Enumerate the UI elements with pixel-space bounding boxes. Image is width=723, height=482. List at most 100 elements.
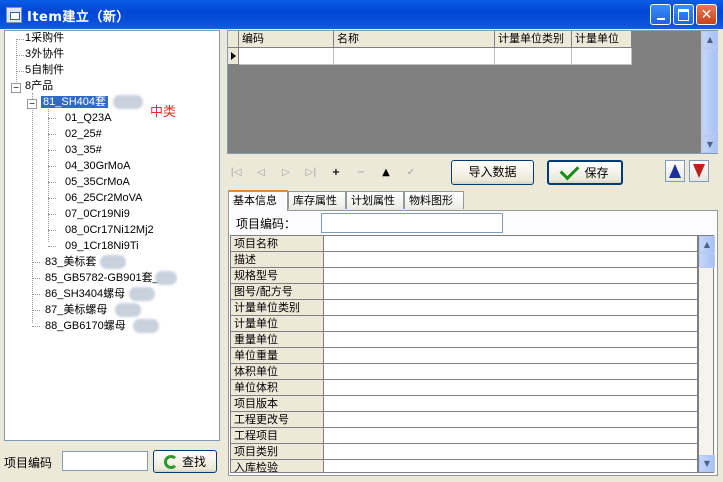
- item-code-input[interactable]: [321, 213, 503, 233]
- property-row[interactable]: 计量单位类别: [231, 300, 697, 316]
- tree-node[interactable]: 02_25#: [65, 127, 102, 142]
- title-bar[interactable]: Item建立（新） ✕: [0, 0, 723, 29]
- category-tree[interactable]: − − 1采购件 3外协件 5自制件 8产品 81_SH404套 01_Q23A…: [4, 30, 220, 441]
- property-row[interactable]: 项目名称: [231, 236, 697, 252]
- tab-material-graphic[interactable]: 物料图形: [404, 191, 464, 209]
- tree-node[interactable]: 06_25Cr2MoVA: [65, 191, 142, 206]
- last-record-icon[interactable]: ▷|: [304, 165, 318, 179]
- tab-planning[interactable]: 计划属性: [346, 191, 404, 209]
- property-scrollbar[interactable]: ▲ ▼: [698, 235, 715, 473]
- property-grid[interactable]: 项目名称 描述 规格型号 图号/配方号 计量单位类别 计量单位 重量单位 单位重…: [230, 235, 698, 473]
- item-grid[interactable]: 编码 名称 计量单位类别 计量单位 ▲ ▼: [227, 30, 718, 154]
- collapse-icon[interactable]: −: [27, 99, 37, 109]
- tab-inventory[interactable]: 库存属性: [288, 191, 346, 209]
- column-header[interactable]: 编码: [239, 31, 334, 48]
- tree-node[interactable]: 03_35#: [65, 143, 102, 158]
- delete-record-icon[interactable]: −: [354, 165, 368, 179]
- item-code-label: 项目编码：: [236, 217, 297, 231]
- scroll-down-icon[interactable]: ▼: [699, 455, 715, 472]
- tree-node[interactable]: 08_0Cr17Ni12Mj2: [65, 223, 154, 238]
- close-button[interactable]: ✕: [696, 4, 717, 25]
- prev-record-icon[interactable]: ◁: [254, 165, 268, 179]
- tree-node-label: 3外协件: [25, 48, 65, 60]
- table-cell[interactable]: [495, 48, 572, 65]
- tree-node[interactable]: 87_美标螺母: [45, 303, 107, 318]
- first-record-icon[interactable]: |◁: [229, 165, 243, 179]
- property-label: 工程项目: [231, 428, 324, 443]
- scroll-up-icon[interactable]: ▲: [702, 31, 718, 48]
- blurred-text: [155, 271, 177, 285]
- table-cell[interactable]: [239, 48, 334, 65]
- property-row[interactable]: 重量单位: [231, 332, 697, 348]
- tree-node[interactable]: 3外协件: [25, 47, 64, 62]
- tree-node-label: 08_0Cr17Ni12Mj2: [65, 224, 154, 236]
- column-header[interactable]: 计量单位类别: [495, 31, 572, 48]
- blurred-text: [113, 95, 143, 109]
- tree-node[interactable]: 04_30GrMoA: [65, 159, 130, 174]
- property-row[interactable]: 图号/配方号: [231, 284, 697, 300]
- property-label: 工程更改号: [231, 412, 324, 427]
- tab-basic-info[interactable]: 基本信息: [228, 190, 288, 211]
- tree-node[interactable]: 07_0Cr19Ni9: [65, 207, 130, 222]
- tree-node[interactable]: 01_Q23A: [65, 111, 111, 126]
- table-row[interactable]: [228, 48, 632, 65]
- tree-node-label: 8产品: [25, 80, 54, 92]
- app-icon: [6, 7, 22, 23]
- blurred-text: [100, 255, 126, 269]
- tree-node-selected[interactable]: 81_SH404套: [41, 95, 108, 110]
- edit-record-icon[interactable]: ▲: [379, 165, 393, 179]
- collapse-icon[interactable]: −: [11, 83, 21, 93]
- scroll-thumb[interactable]: [699, 253, 715, 268]
- tree-node[interactable]: 85_GB5782-GB901套_: [45, 271, 159, 286]
- tree-node[interactable]: 8产品: [25, 79, 53, 94]
- property-row[interactable]: 单位重量: [231, 348, 697, 364]
- tree-node[interactable]: 1采购件: [25, 31, 64, 46]
- property-row[interactable]: 项目类别: [231, 444, 697, 460]
- property-row[interactable]: 工程更改号: [231, 412, 697, 428]
- tree-node[interactable]: 09_1Cr18Ni9Ti: [65, 239, 139, 254]
- minimize-icon: [656, 17, 665, 20]
- move-up-button[interactable]: [665, 160, 685, 182]
- tree-node[interactable]: 86_SH3404螺母: [45, 287, 125, 302]
- maximize-button[interactable]: [673, 4, 694, 25]
- scroll-thumb[interactable]: [702, 48, 718, 136]
- property-row[interactable]: 工程项目: [231, 428, 697, 444]
- property-row[interactable]: 入库检验: [231, 460, 697, 472]
- search-button[interactable]: 查找: [153, 450, 217, 473]
- search-label: 项目编码: [4, 456, 53, 470]
- property-row[interactable]: 体积单位: [231, 364, 697, 380]
- scroll-up-icon[interactable]: ▲: [699, 236, 715, 253]
- move-down-button[interactable]: [689, 160, 709, 182]
- tree-node[interactable]: 88_GB6170螺母: [45, 319, 126, 334]
- column-header[interactable]: 名称: [334, 31, 495, 48]
- minimize-button[interactable]: [650, 4, 671, 25]
- tree-node[interactable]: 05_35CrMoA: [65, 175, 130, 190]
- table-cell[interactable]: [572, 48, 632, 65]
- tree-node-label: 85_GB5782-GB901套_: [45, 272, 159, 284]
- import-data-button[interactable]: 导入数据: [451, 160, 534, 185]
- tree-node[interactable]: 5自制件: [25, 63, 64, 78]
- search-input[interactable]: [62, 451, 148, 471]
- column-header[interactable]: 计量单位: [572, 31, 632, 48]
- property-row[interactable]: 单位体积: [231, 380, 697, 396]
- scroll-down-icon[interactable]: ▼: [702, 136, 718, 153]
- next-record-icon[interactable]: ▷: [279, 165, 293, 179]
- save-button[interactable]: 保存: [547, 160, 623, 185]
- post-record-icon[interactable]: ✓: [404, 165, 418, 179]
- property-label: 计量单位: [231, 316, 324, 331]
- property-label: 入库检验: [231, 460, 324, 472]
- annotation-text: 中类: [150, 105, 177, 120]
- table-cell[interactable]: [334, 48, 495, 65]
- property-row[interactable]: 规格型号: [231, 268, 697, 284]
- property-row[interactable]: 计量单位: [231, 316, 697, 332]
- checkmark-icon: [560, 160, 580, 181]
- property-row[interactable]: 项目版本: [231, 396, 697, 412]
- property-row[interactable]: 描述: [231, 252, 697, 268]
- tree-node-label: 86_SH3404螺母: [45, 288, 126, 300]
- add-record-icon[interactable]: +: [329, 165, 343, 179]
- property-label: 描述: [231, 252, 324, 267]
- tree-node[interactable]: 83_美标套: [45, 255, 96, 270]
- grid-scrollbar[interactable]: ▲ ▼: [701, 31, 718, 153]
- tree-node-label: 05_35CrMoA: [65, 176, 130, 188]
- property-label: 项目版本: [231, 396, 324, 411]
